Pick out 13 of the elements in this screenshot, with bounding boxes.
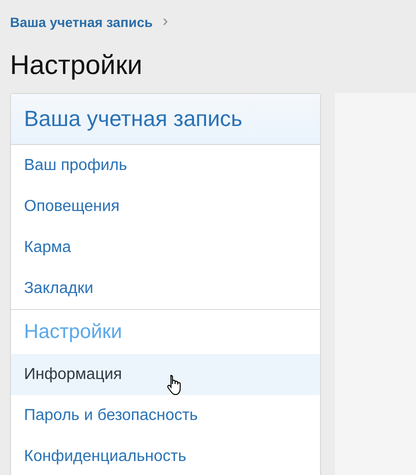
sidebar-item[interactable]: Конфиденциальность: [11, 436, 320, 475]
sidebar-item[interactable]: Информация: [11, 354, 320, 395]
breadcrumb-separator: ›: [162, 13, 168, 31]
sidebar-item[interactable]: Закладки: [11, 268, 320, 309]
page-title: Настройки: [10, 49, 144, 81]
sidebar-header: Ваша учетная запись: [11, 94, 320, 145]
sidebar-item[interactable]: Карма: [11, 227, 320, 268]
sidebar-item[interactable]: Оповещения: [11, 186, 320, 227]
sidebar-item[interactable]: Ваш профиль: [11, 145, 320, 186]
hand-cursor-icon: [167, 374, 183, 396]
sidebar-section-title: Настройки: [23, 320, 124, 344]
sidebar-item[interactable]: Пароль и безопасность: [11, 395, 320, 436]
breadcrumb-link[interactable]: Ваша учетная запись: [10, 14, 153, 30]
